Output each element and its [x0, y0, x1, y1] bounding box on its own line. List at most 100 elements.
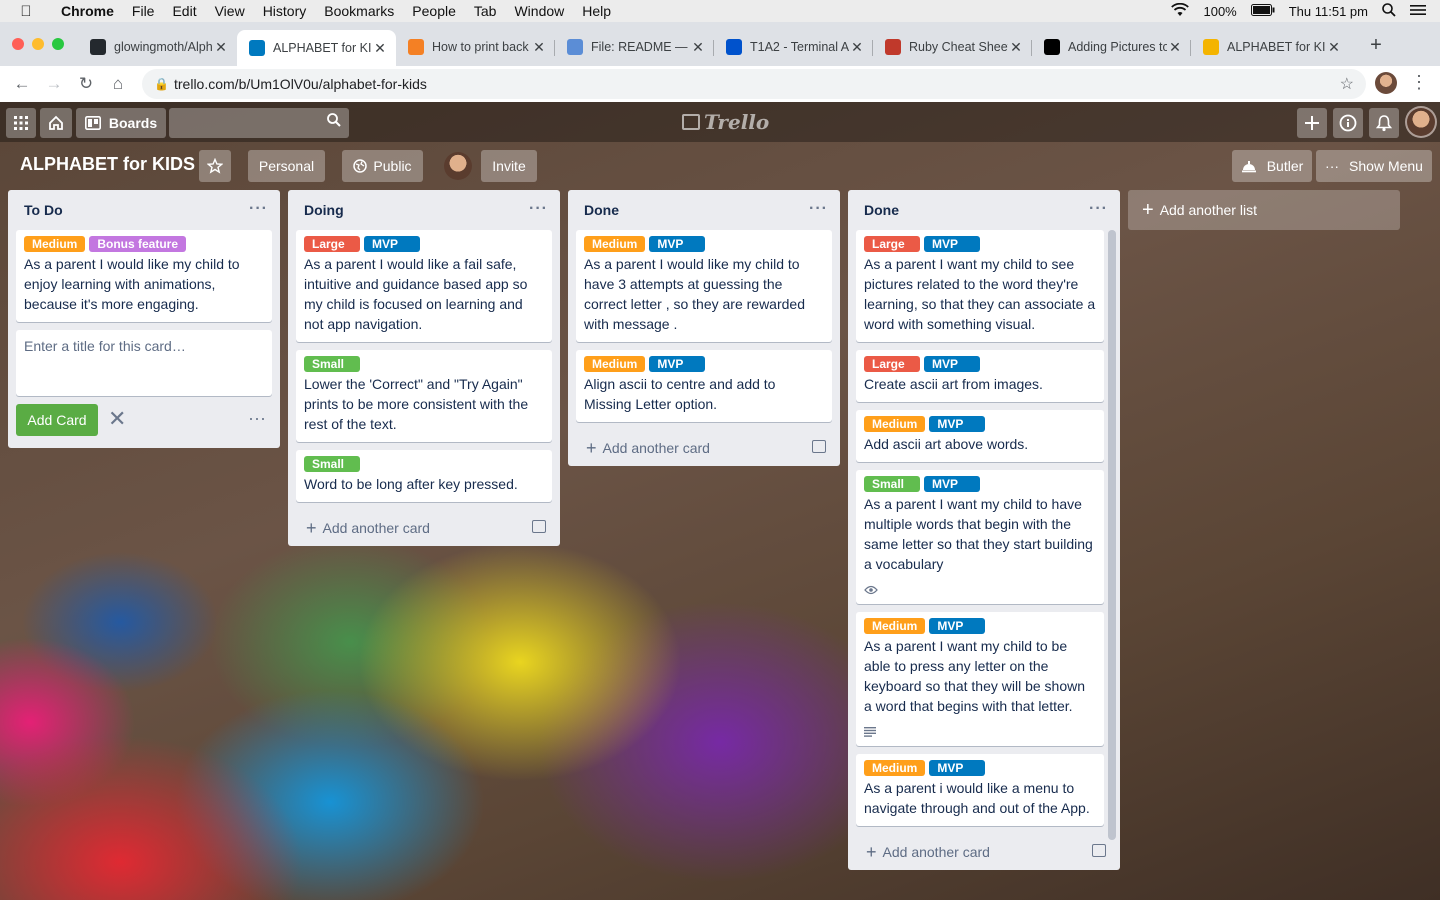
card-title-textarea[interactable]: Enter a title for this card… [16, 330, 272, 396]
notifications-button[interactable] [1369, 108, 1399, 138]
list-header[interactable]: Done ··· [848, 190, 1120, 230]
card-label[interactable]: Large [864, 236, 920, 252]
card-label[interactable]: Small [304, 456, 360, 472]
browser-tab[interactable]: How to print back ✕ [396, 30, 555, 64]
notification-center-icon[interactable] [1410, 4, 1426, 19]
add-another-card-button[interactable]: + Add another card [288, 510, 560, 546]
close-tab-icon[interactable]: ✕ [372, 40, 388, 57]
card-label[interactable]: MVP [364, 236, 420, 252]
card-label[interactable]: Large [304, 236, 360, 252]
card-label[interactable]: Small [864, 476, 920, 492]
board-visibility-button[interactable]: Public [342, 150, 423, 182]
search-input[interactable] [169, 108, 349, 138]
card[interactable]: Small Word to be long after key pressed. [296, 450, 552, 502]
list-actions-icon[interactable]: ··· [249, 200, 268, 218]
card[interactable]: Medium MVP As a parent I want my child to … [856, 612, 1104, 746]
list-title[interactable]: Done [864, 202, 899, 218]
search-icon[interactable] [327, 113, 341, 130]
card[interactable]: Small MVP As a parent I want my child to h… [856, 470, 1104, 604]
info-button[interactable] [1333, 108, 1363, 138]
list-header[interactable]: To Do ··· [8, 190, 280, 230]
menu-help[interactable]: Help [573, 3, 620, 19]
menu-edit[interactable]: Edit [163, 3, 205, 19]
card-label[interactable]: Medium [584, 356, 646, 372]
trello-logo[interactable]: Trello [682, 110, 769, 134]
list-actions-icon[interactable]: ··· [809, 200, 828, 218]
browser-tab[interactable]: File: README — D ✕ [555, 30, 714, 64]
chrome-menu-icon[interactable]: ⋮ [1410, 72, 1428, 93]
card-label[interactable]: MVP [929, 760, 986, 776]
list-title[interactable]: Doing [304, 202, 344, 218]
apps-grid-icon[interactable] [6, 108, 36, 138]
card[interactable]: Large MVP As a parent I would like a fail … [296, 230, 552, 342]
card-label[interactable]: Medium [864, 416, 926, 432]
board-member-avatar[interactable] [444, 152, 472, 180]
list-scrollbar-thumb[interactable] [1108, 230, 1116, 840]
add-card-button[interactable]: Add Card [16, 404, 98, 436]
close-window-button[interactable] [12, 38, 24, 50]
add-list-button[interactable]: + Add another list [1128, 190, 1400, 230]
list-actions-icon[interactable]: ··· [1089, 200, 1108, 218]
card-label[interactable]: MVP [649, 356, 706, 372]
create-button[interactable] [1297, 108, 1327, 138]
card-label[interactable]: Medium [864, 618, 926, 634]
new-tab-button[interactable]: + [1366, 34, 1386, 57]
bookmark-star-icon[interactable]: ☆ [1340, 74, 1354, 94]
menu-history[interactable]: History [254, 3, 316, 19]
star-board-button[interactable] [199, 150, 231, 182]
wifi-icon[interactable] [1171, 2, 1190, 20]
url-text[interactable]: trello.com/b/Um1OlV0u/alphabet-for-kids [174, 76, 427, 92]
menu-app-chrome[interactable]: Chrome [52, 3, 123, 19]
menu-tab[interactable]: Tab [465, 3, 506, 19]
card-label[interactable]: Medium [864, 760, 926, 776]
card-label[interactable]: MVP [929, 416, 986, 432]
card-template-icon[interactable] [532, 520, 546, 533]
zoom-window-button[interactable] [52, 38, 64, 50]
browser-tab[interactable]: T1A2 - Terminal A ✕ [714, 30, 873, 64]
card-label[interactable]: MVP [924, 356, 980, 372]
close-tab-icon[interactable]: ✕ [531, 39, 547, 56]
card-label[interactable]: MVP [924, 476, 980, 492]
menu-window[interactable]: Window [505, 3, 573, 19]
list-header[interactable]: Doing ··· [288, 190, 560, 230]
board-title[interactable]: ALPHABET for KIDS [20, 154, 195, 175]
card[interactable]: Medium MVP As a parent i would like a menu… [856, 754, 1104, 826]
member-avatar-header[interactable] [1405, 106, 1437, 138]
back-arrow-icon[interactable]: ← [6, 74, 38, 94]
close-tab-icon[interactable]: ✕ [690, 39, 706, 56]
show-menu-button[interactable]: ··· Show Menu [1316, 150, 1432, 182]
boards-button[interactable]: Boards [76, 108, 166, 138]
card-label[interactable]: Bonus feature [89, 236, 187, 252]
card-label[interactable]: MVP [929, 618, 986, 634]
browser-tab[interactable]: ALPHABET for KIDS✕ [1191, 30, 1350, 64]
add-another-card-button[interactable]: + Add another card [568, 430, 840, 466]
close-tab-icon[interactable]: ✕ [1167, 39, 1183, 56]
chrome-profile-avatar[interactable] [1375, 72, 1397, 94]
card-label[interactable]: Medium [584, 236, 646, 252]
browser-tab[interactable]: Adding Pictures to ✕ [1032, 30, 1191, 64]
forward-arrow-icon[interactable]: → [38, 74, 70, 94]
list-scrollbar[interactable] [1108, 230, 1116, 840]
menubar-clock[interactable]: Thu 11:51 pm [1289, 4, 1368, 19]
apple-menu-icon[interactable]:  [0, 3, 52, 20]
menu-file[interactable]: File [123, 3, 164, 19]
card-label[interactable]: Large [864, 356, 920, 372]
home-icon[interactable]: ⌂ [102, 74, 134, 94]
card-label[interactable]: MVP [649, 236, 706, 252]
address-bar[interactable]: 🔒 trello.com/b/Um1OlV0u/alphabet-for-kid… [142, 69, 1366, 99]
close-tab-icon[interactable]: ✕ [213, 39, 229, 56]
card-label[interactable]: Small [304, 356, 360, 372]
list-title[interactable]: To Do [24, 202, 63, 218]
list-header[interactable]: Done ··· [568, 190, 840, 230]
home-button[interactable] [40, 108, 72, 138]
menu-view[interactable]: View [206, 3, 254, 19]
card-template-icon[interactable] [1092, 844, 1106, 857]
list-actions-icon[interactable]: ··· [529, 200, 548, 218]
card-label[interactable]: MVP [924, 236, 980, 252]
browser-tab[interactable]: glowingmoth/Alph ✕ [78, 30, 237, 64]
close-tab-icon[interactable]: ✕ [1326, 39, 1342, 56]
add-another-card-button[interactable]: + Add another card [848, 834, 1120, 870]
close-icon[interactable]: ✕ [108, 406, 126, 432]
minimize-window-button[interactable] [32, 38, 44, 50]
browser-tab[interactable]: ALPHABET for KIDS✕ [237, 30, 396, 66]
